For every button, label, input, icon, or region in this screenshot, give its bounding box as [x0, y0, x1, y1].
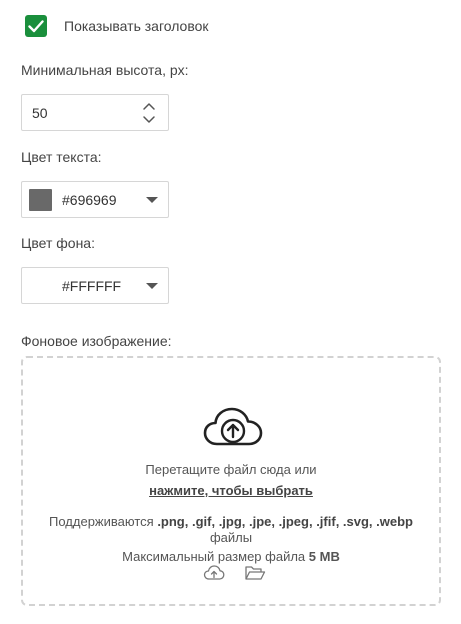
upload-icon[interactable]: [203, 564, 225, 582]
drop-instruction: Перетащите файл сюда или: [145, 462, 317, 477]
bg-color-swatch: [29, 275, 52, 297]
text-color-swatch: [29, 189, 52, 211]
folder-open-icon[interactable]: [244, 564, 266, 582]
show-title-checkbox-row[interactable]: Показывать заголовок: [25, 14, 209, 38]
cloud-upload-icon: [203, 407, 263, 446]
bg-image-label: Фоновое изображение:: [21, 333, 172, 349]
bg-color-select[interactable]: #FFFFFF: [21, 267, 169, 304]
show-title-label: Показывать заголовок: [64, 18, 209, 34]
chevron-up-icon[interactable]: [142, 101, 156, 111]
settings-panel: Показывать заголовок Минимальная высота,…: [0, 0, 461, 624]
text-color-label: Цвет текста:: [21, 149, 102, 165]
min-height-label: Минимальная высота, px:: [21, 62, 189, 78]
text-color-select[interactable]: #696969: [21, 181, 169, 218]
caret-down-icon[interactable]: [146, 283, 158, 289]
bg-color-value: #FFFFFF: [62, 278, 122, 294]
min-height-value[interactable]: 50: [32, 95, 48, 132]
chevron-down-icon[interactable]: [142, 115, 156, 125]
supported-prefix: Поддерживаются: [49, 514, 154, 529]
supported-suffix: файлы: [209, 530, 253, 545]
supported-formats: Поддерживаются .png, .gif, .jpg, .jpe, .…: [41, 514, 421, 546]
min-height-input[interactable]: 50: [21, 94, 169, 131]
max-size-value: 5 MB: [308, 549, 340, 564]
choose-file-link[interactable]: нажмите, чтобы выбрать: [149, 483, 313, 498]
upload-actions: [201, 564, 271, 582]
min-height-stepper[interactable]: [142, 101, 156, 125]
max-size-prefix: Максимальный размер файла: [122, 549, 306, 564]
bg-image-dropzone[interactable]: Перетащите файл сюда или нажмите, чтобы …: [21, 356, 441, 606]
bg-color-label: Цвет фона:: [21, 235, 95, 251]
supported-formats-list: .png, .gif, .jpg, .jpe, .jpeg, .jfif, .s…: [157, 514, 413, 529]
text-color-value: #696969: [62, 192, 117, 208]
checkmark-icon: [28, 19, 44, 32]
show-title-checkbox[interactable]: [25, 15, 47, 37]
max-size-info: Максимальный размер файла 5 MB: [23, 548, 439, 565]
caret-down-icon[interactable]: [146, 197, 158, 203]
